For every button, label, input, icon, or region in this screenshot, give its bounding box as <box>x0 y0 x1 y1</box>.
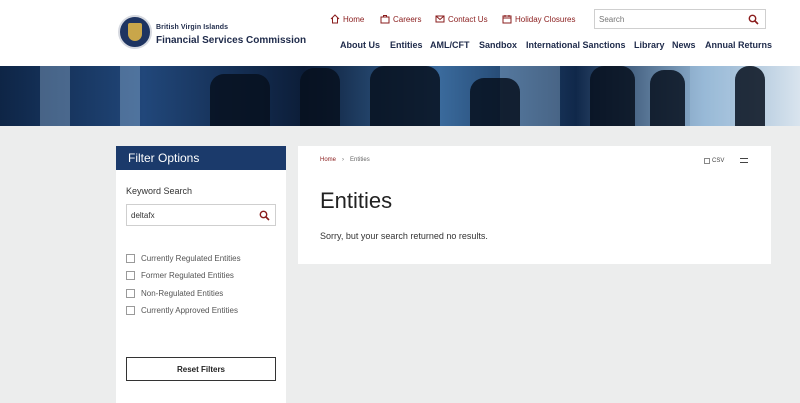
nav-item-entities[interactable]: Entities <box>390 40 423 50</box>
keyword-search-input[interactable] <box>131 209 251 222</box>
mail-icon <box>435 15 445 23</box>
site-search-input[interactable] <box>599 12 739 27</box>
checkbox[interactable] <box>126 270 135 280</box>
site-logo[interactable]: British Virgin Islands Financial Service… <box>118 15 306 55</box>
no-results-message: Sorry, but your search returned no resul… <box>320 231 488 241</box>
util-link-home[interactable]: Home <box>330 14 364 24</box>
hero-banner <box>0 66 800 126</box>
results-panel: Home › Entities CSV Entities Sorry, but … <box>298 146 771 264</box>
keyword-search-field <box>126 204 276 226</box>
logo-line2: Financial Services Commission <box>156 35 307 46</box>
nav-item-about-us[interactable]: About Us <box>340 40 380 50</box>
crest-icon <box>118 15 152 49</box>
util-link-label: Careers <box>393 14 422 24</box>
filter-options-heading: Filter Options <box>116 146 286 170</box>
filter-non-regulated[interactable]: Non-Regulated Entities <box>126 287 223 299</box>
filter-label: Former Regulated Entities <box>141 270 234 280</box>
site-header: British Virgin Islands Financial Service… <box>0 0 800 66</box>
logo-line1: British Virgin Islands <box>156 24 229 31</box>
filter-former-regulated[interactable]: Former Regulated Entities <box>126 269 234 281</box>
nav-item-news[interactable]: News <box>672 40 696 50</box>
home-icon <box>330 14 340 24</box>
util-link-contact[interactable]: Contact Us <box>435 14 488 24</box>
filter-label: Currently Approved Entities <box>141 305 238 315</box>
filter-label: Non-Regulated Entities <box>141 288 224 298</box>
util-link-label: Home <box>343 14 365 24</box>
util-link-holiday[interactable]: Holiday Closures <box>502 14 575 24</box>
keyword-search-label: Keyword Search <box>126 186 193 196</box>
nav-item-international-sanctions[interactable]: International Sanctions <box>526 40 626 50</box>
nav-item-library[interactable]: Library <box>634 40 665 50</box>
filter-currently-approved[interactable]: Currently Approved Entities <box>126 304 238 316</box>
menu-icon[interactable] <box>740 158 748 166</box>
search-icon[interactable] <box>259 210 270 221</box>
util-link-label: Holiday Closures <box>515 14 576 24</box>
checkbox[interactable] <box>126 253 135 263</box>
nav-item-aml-cft[interactable]: AML/CFT <box>430 40 470 50</box>
checkbox[interactable] <box>126 288 135 298</box>
search-icon[interactable] <box>748 14 759 25</box>
filter-sidebar: Filter Options Keyword Search Currently … <box>116 146 286 403</box>
filter-currently-regulated[interactable]: Currently Regulated Entities <box>126 252 241 264</box>
csv-export-link[interactable]: CSV <box>704 158 724 164</box>
nav-item-annual-returns[interactable]: Annual Returns <box>705 40 772 50</box>
page-title: Entities <box>320 188 393 213</box>
calendar-icon <box>502 15 512 24</box>
filter-label: Currently Regulated Entities <box>141 253 241 263</box>
breadcrumb-home[interactable]: Home <box>320 157 336 163</box>
breadcrumb: Home › Entities <box>320 157 370 163</box>
csv-label: CSV <box>712 158 725 164</box>
briefcase-icon <box>380 15 390 24</box>
reset-filters-button[interactable]: Reset Filters <box>126 357 276 381</box>
nav-item-sandbox[interactable]: Sandbox <box>479 40 517 50</box>
checkbox[interactable] <box>126 305 135 315</box>
site-search <box>594 9 766 29</box>
util-link-careers[interactable]: Careers <box>380 14 421 24</box>
util-link-label: Contact Us <box>448 14 488 24</box>
breadcrumb-separator: › <box>342 157 345 163</box>
breadcrumb-current: Entities <box>350 157 370 163</box>
csv-icon <box>704 158 710 164</box>
